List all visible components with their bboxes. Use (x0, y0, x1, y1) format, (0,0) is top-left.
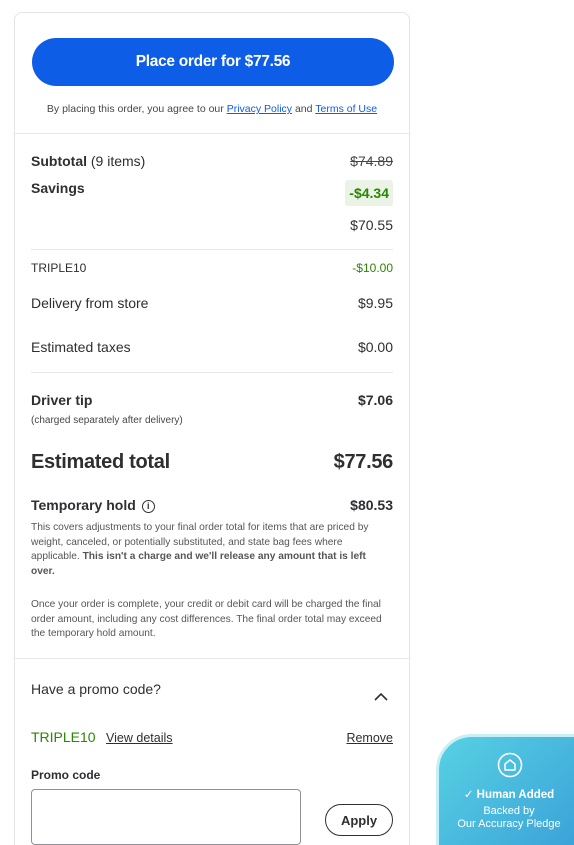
divider (31, 372, 393, 373)
taxes-row: Estimated taxes $0.00 (31, 339, 393, 355)
delivery-row: Delivery from store $9.95 (31, 295, 393, 311)
tip-row: Driver tip $7.06 (31, 392, 393, 408)
check-circle-icon: ✓ (463, 789, 474, 801)
subtotal-original: $74.89 (350, 153, 393, 169)
hold-charge-note: Once your order is complete, your credit… (31, 599, 382, 639)
tip-note-row: (charged separately after delivery) (31, 415, 183, 426)
subtotal-row: Subtotal (9 items) $74.89 (31, 153, 393, 169)
estimated-total-row: Estimated total $77.56 (31, 451, 393, 473)
view-details-link[interactable]: View details (106, 731, 172, 745)
remove-promo-link[interactable]: Remove (346, 731, 393, 745)
divider (15, 658, 409, 659)
apply-button[interactable]: Apply (325, 804, 393, 836)
divider (31, 249, 393, 250)
subtotal-after-row: $70.55 (350, 217, 393, 233)
promo-code-input[interactable] (31, 789, 301, 845)
info-icon[interactable]: i (141, 499, 155, 513)
agreement-text: By placing this order, you agree to our … (46, 103, 378, 115)
chevron-up-icon[interactable] (373, 689, 389, 705)
savings-badge: -$4.34 (345, 180, 393, 206)
savings-row: Savings -$4.34 (31, 180, 393, 206)
promo-line-row: TRIPLE10 -$10.00 (31, 261, 393, 275)
home-icon (497, 752, 523, 778)
accuracy-pledge-badge[interactable]: ✓ Human Added Backed by Our Accuracy Ple… (436, 734, 574, 845)
terms-of-use-link[interactable]: Terms of Use (315, 103, 377, 115)
applied-promo-row: TRIPLE10 View details Remove (31, 729, 393, 745)
promo-input-label-row: Promo code (31, 768, 101, 782)
order-summary-card: Place order for $77.56 By placing this o… (14, 12, 410, 845)
privacy-policy-link[interactable]: Privacy Policy (227, 103, 292, 115)
temporary-hold-row: Temporary hold i $80.53 (31, 497, 393, 513)
hold-explanation: This covers adjustments to your final or… (31, 522, 369, 577)
promo-toggle[interactable]: Have a promo code? (31, 681, 393, 697)
divider (15, 133, 409, 134)
place-order-button[interactable]: Place order for $77.56 (32, 38, 394, 86)
